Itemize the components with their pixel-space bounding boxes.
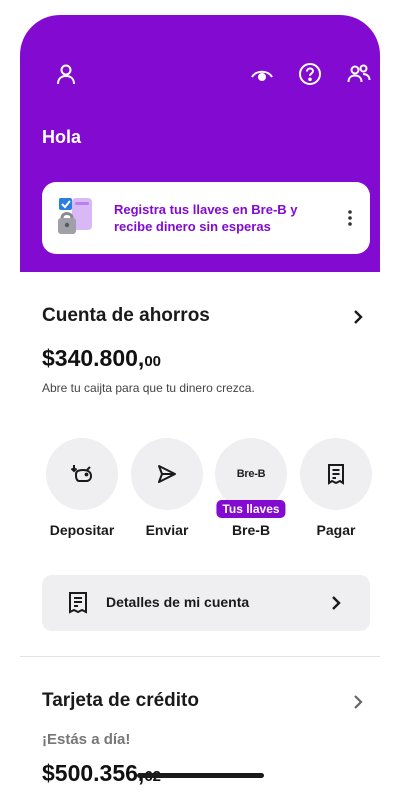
action-circle[interactable]	[46, 438, 118, 510]
credit-title[interactable]: Tarjeta de crédito	[42, 690, 199, 712]
more-options-icon[interactable]	[342, 206, 358, 230]
account-details-label: Detalles de mi cuenta	[106, 594, 250, 610]
banner-text: Registra tus llaves en Bre-B y recibe di…	[114, 202, 298, 234]
send-icon	[158, 465, 176, 483]
eye-icon[interactable]	[248, 60, 276, 88]
savings-title[interactable]: Cuenta de ahorros	[42, 305, 210, 327]
action-pagar[interactable]: Pagar	[299, 438, 373, 538]
users-icon[interactable]	[345, 60, 373, 88]
action-label: Depositar	[49, 522, 115, 538]
keys-lock-illustration	[56, 194, 100, 242]
chevron-right-icon	[326, 593, 346, 613]
action-label: Pagar	[316, 522, 356, 538]
savings-subtext: Abre tu caijta para que tu dinero crezca…	[42, 381, 255, 395]
section-divider	[20, 656, 380, 657]
document-icon	[66, 591, 90, 615]
home-indicator[interactable]	[137, 773, 264, 778]
action-bre-b[interactable]: Bre-B Tus llaves Bre-B	[214, 438, 288, 538]
savings-balance-cents: 00	[144, 353, 162, 370]
receipt-icon	[328, 464, 344, 485]
savings-balance-main: $340.800,	[42, 345, 145, 371]
action-circle[interactable]	[131, 438, 203, 510]
action-circle[interactable]	[300, 438, 372, 510]
action-label: Bre-B	[231, 522, 271, 538]
greeting: Hola	[42, 127, 82, 147]
action-enviar[interactable]: Enviar	[130, 438, 204, 538]
account-details-button[interactable]: Detalles de mi cuenta	[42, 575, 370, 631]
savings-balance: $340.800,00	[42, 345, 161, 372]
profile-icon[interactable]	[52, 60, 80, 88]
bre-b-banner[interactable]: Registra tus llaves en Bre-B y recibe di…	[42, 182, 370, 254]
credit-status: ¡Estás a día!	[42, 731, 131, 748]
piggy-bank-icon	[70, 465, 93, 482]
chevron-right-icon[interactable]	[348, 307, 368, 327]
credit-balance-main: $500.356,	[42, 760, 145, 786]
action-label: Enviar	[145, 522, 189, 538]
help-icon[interactable]	[296, 60, 324, 88]
tus-llaves-badge[interactable]: Tus llaves	[216, 500, 286, 518]
header: Hola Registra tus llaves en Bre-B y reci…	[20, 15, 380, 272]
bre-b-logo: Bre-B	[236, 468, 266, 480]
action-depositar[interactable]: Depositar	[45, 438, 119, 538]
action-circle[interactable]: Bre-B Tus llaves	[215, 438, 287, 518]
chevron-right-icon[interactable]	[348, 692, 368, 712]
